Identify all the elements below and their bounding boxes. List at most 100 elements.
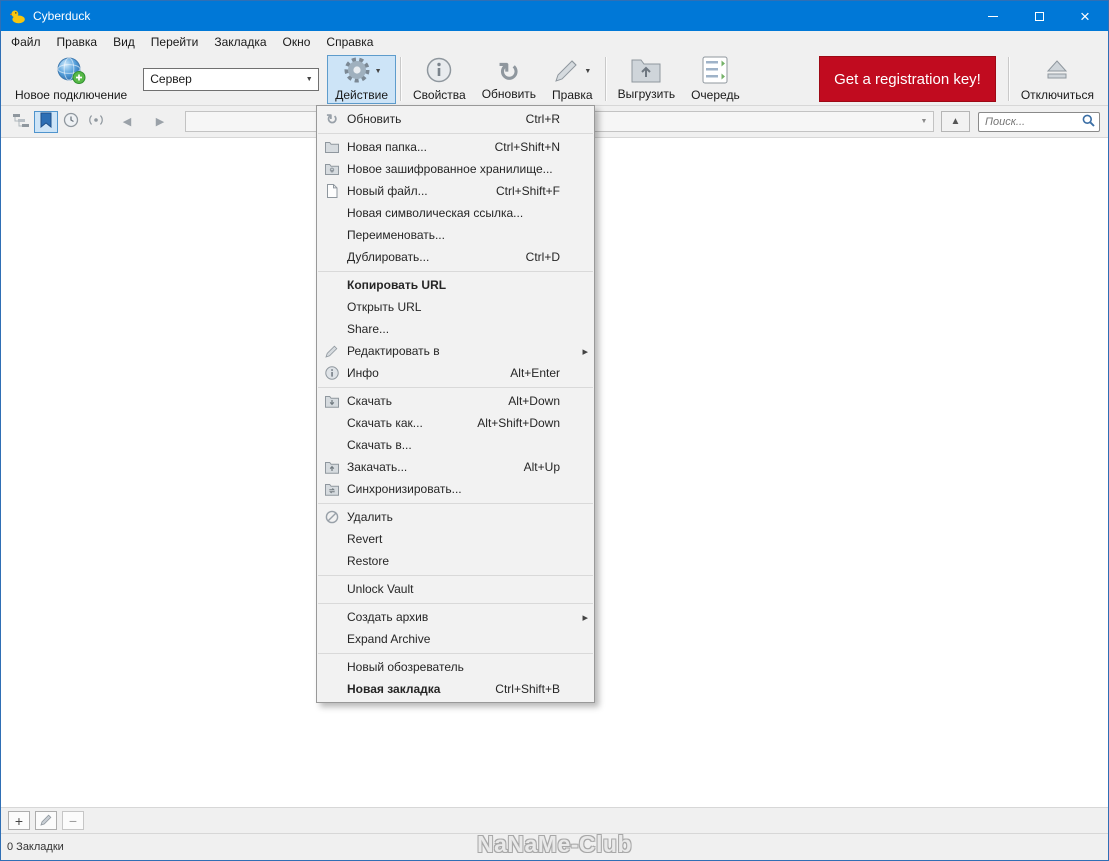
menu-item-revert[interactable]: Revert xyxy=(317,528,594,550)
search-icon xyxy=(1082,114,1095,130)
action-label: Действие xyxy=(335,88,388,102)
menu-item-info[interactable]: Инфо Alt+Enter xyxy=(317,362,594,384)
menu-item-delete[interactable]: Удалить xyxy=(317,506,594,528)
menu-bookmark[interactable]: Закладка xyxy=(206,32,274,52)
minimize-button[interactable] xyxy=(970,1,1016,31)
menu-item-refresh[interactable]: ↻ Обновить Ctrl+R xyxy=(317,108,594,130)
bookmark-icon xyxy=(40,112,52,131)
menu-item-download-to[interactable]: Скачать в... xyxy=(317,434,594,456)
maximize-icon xyxy=(1034,11,1044,21)
menu-item-create-archive[interactable]: Создать архив ▸ xyxy=(317,606,594,628)
menu-item-share[interactable]: Share... xyxy=(317,318,594,340)
menu-item-duplicate[interactable]: Дублировать... Ctrl+D xyxy=(317,246,594,268)
queue-label: Очередь xyxy=(691,88,740,102)
back-arrow-icon: ◀ xyxy=(122,116,132,128)
queue-list-icon xyxy=(702,56,728,87)
eject-icon xyxy=(1043,56,1071,87)
action-menu: ↻ Обновить Ctrl+R Новая папка... Ctrl+Sh… xyxy=(316,105,595,703)
menu-separator xyxy=(318,386,593,388)
search-field[interactable] xyxy=(978,111,1100,132)
menu-item-new-bookmark[interactable]: Новая закладка Ctrl+Shift+B xyxy=(317,678,594,700)
menu-item-upload[interactable]: Закачать... Alt+Up xyxy=(317,456,594,478)
history-view-toggle[interactable] xyxy=(59,111,83,133)
bottom-toolbar: + − xyxy=(1,807,1108,833)
menu-item-new-folder[interactable]: Новая папка... Ctrl+Shift+N xyxy=(317,136,594,158)
menu-edit[interactable]: Правка xyxy=(49,32,106,52)
search-input[interactable] xyxy=(985,115,1082,128)
submenu-arrow-icon: ▸ xyxy=(582,345,588,358)
menu-item-new-file[interactable]: Новый файл... Ctrl+Shift+F xyxy=(317,180,594,202)
edit-bookmark-button[interactable] xyxy=(35,811,57,830)
forward-arrow-icon: ▶ xyxy=(155,116,165,128)
menubar: Файл Правка Вид Перейти Закладка Окно Сп… xyxy=(1,31,1108,53)
remove-bookmark-button[interactable]: − xyxy=(62,811,84,830)
path-combo-dropdown-icon[interactable]: ▼ xyxy=(915,112,933,131)
forward-button[interactable]: ▶ xyxy=(145,111,175,132)
menu-file[interactable]: Файл xyxy=(3,32,49,52)
outline-view-toggle[interactable] xyxy=(9,111,33,133)
maximize-button[interactable] xyxy=(1016,1,1062,31)
watermark: NaNaMe-Club xyxy=(476,831,633,857)
server-combobox[interactable]: Сервер ▼ xyxy=(143,67,320,91)
upload-label: Выгрузить xyxy=(617,87,676,101)
refresh-button[interactable]: ↻ Обновить xyxy=(474,55,544,104)
menu-item-copy-url[interactable]: Копировать URL xyxy=(317,274,594,296)
menu-separator xyxy=(318,270,593,272)
bonjour-view-toggle[interactable] xyxy=(84,111,108,133)
menu-item-new-symlink[interactable]: Новая символическая ссылка... xyxy=(317,202,594,224)
menu-view[interactable]: Вид xyxy=(105,32,143,52)
menu-item-expand-archive[interactable]: Expand Archive xyxy=(317,628,594,650)
menu-item-rename[interactable]: Переименовать... xyxy=(317,224,594,246)
toolbar-separator xyxy=(400,57,401,101)
menu-item-new-browser[interactable]: Новый обозреватель xyxy=(317,656,594,678)
new-connection-button[interactable]: Новое подключение xyxy=(7,55,135,104)
menu-item-restore[interactable]: Restore xyxy=(317,550,594,572)
toolbar: Новое подключение Сервер ▼ ▼ Действие Св… xyxy=(1,53,1108,106)
registration-key-button[interactable]: Get a registration key! xyxy=(819,56,996,102)
menu-item-new-encrypted-vault[interactable]: Новое зашифрованное хранилище... xyxy=(317,158,594,180)
menu-item-edit-with[interactable]: Редактировать в ▸ xyxy=(317,340,594,362)
bonjour-icon xyxy=(88,112,104,131)
menu-item-synchronize[interactable]: Синхронизировать... xyxy=(317,478,594,500)
add-bookmark-button[interactable]: + xyxy=(8,811,30,830)
pencil-icon xyxy=(317,344,347,358)
new-connection-label: Новое подключение xyxy=(15,88,128,102)
action-button[interactable]: ▼ Действие xyxy=(327,54,396,104)
edit-dropdown-icon: ▼ xyxy=(584,68,592,75)
minimize-icon xyxy=(988,15,998,17)
close-button[interactable]: × xyxy=(1062,1,1108,31)
download-folder-icon xyxy=(317,395,347,408)
globe-plus-icon xyxy=(56,55,86,88)
menu-window[interactable]: Окно xyxy=(275,32,319,52)
disconnect-label: Отключиться xyxy=(1020,88,1094,102)
minus-icon: − xyxy=(68,812,78,829)
bookmark-view-toggle[interactable] xyxy=(34,110,58,133)
sync-folder-icon xyxy=(317,483,347,496)
outline-view-icon xyxy=(13,113,29,131)
window-title: Cyberduck xyxy=(33,9,91,23)
disconnect-button[interactable]: Отключиться xyxy=(1013,55,1102,104)
go-up-button[interactable]: ▲ xyxy=(941,111,970,132)
menu-help[interactable]: Справка xyxy=(318,32,381,52)
properties-button[interactable]: Свойства xyxy=(405,55,474,104)
menu-go[interactable]: Перейти xyxy=(143,32,207,52)
server-combo-dropdown-icon[interactable]: ▼ xyxy=(300,69,318,90)
menu-item-download-as[interactable]: Скачать как... Alt+Shift+Down xyxy=(317,412,594,434)
info-circle-icon xyxy=(425,56,453,87)
back-button[interactable]: ◀ xyxy=(112,111,142,132)
menu-item-unlock-vault[interactable]: Unlock Vault xyxy=(317,578,594,600)
edit-button[interactable]: ▼ Правка xyxy=(544,55,601,104)
menu-separator xyxy=(318,652,593,654)
registration-key-label: Get a registration key! xyxy=(834,70,981,88)
menu-item-open-url[interactable]: Открыть URL xyxy=(317,296,594,318)
upload-folder-icon xyxy=(317,461,347,474)
queue-button[interactable]: Очередь xyxy=(683,55,748,104)
folder-icon xyxy=(317,141,347,153)
titlebar: Cyberduck × xyxy=(1,1,1108,31)
cyberduck-duck-icon xyxy=(10,8,26,24)
menu-separator xyxy=(318,574,593,576)
upload-button[interactable]: Выгрузить xyxy=(610,55,684,104)
menu-item-download[interactable]: Скачать Alt+Down xyxy=(317,390,594,412)
toolbar-separator xyxy=(604,57,606,101)
pencil-icon xyxy=(39,813,53,828)
